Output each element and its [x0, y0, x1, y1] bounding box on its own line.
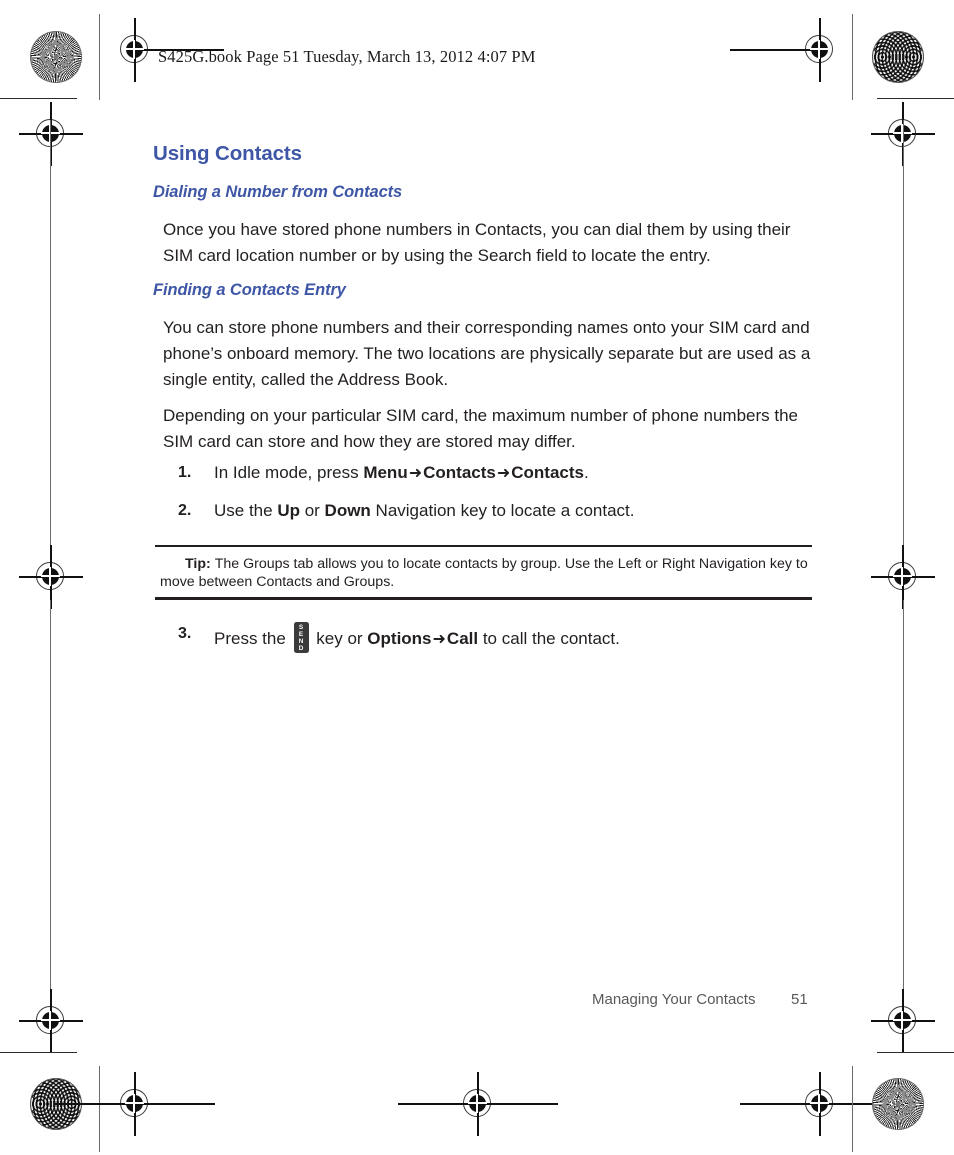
step-number: 3. — [178, 625, 192, 642]
send-key-letter: D — [298, 645, 304, 652]
section-heading: Using Contacts — [153, 142, 302, 165]
moire-target-top-right — [872, 31, 924, 83]
trim-line-vertical-top-right — [852, 14, 854, 100]
step-3-mid: key or — [311, 629, 368, 648]
starburst-density-target-top-left — [30, 31, 82, 83]
registration-mark-bottom-left — [55, 1072, 215, 1136]
step-2-bold-down: Down — [324, 501, 371, 520]
book-header-line: S425G.book Page 51 Tuesday, March 13, 20… — [158, 47, 536, 66]
paragraph-sim-capacity: Depending on your particular SIM card, t… — [163, 406, 798, 451]
tip-text: The Groups tab allows you to locate cont… — [160, 556, 808, 591]
step-3-bold-options: Options — [367, 629, 432, 648]
trim-line-vertical-bottom-left — [99, 1066, 101, 1152]
step-number: 1. — [178, 464, 192, 481]
send-key-letter: S — [298, 624, 304, 631]
send-key-letter: E — [298, 631, 304, 638]
tip-callout: Tip: The Groups tab allows you to locate… — [155, 545, 812, 600]
registration-mark-top-left — [113, 18, 224, 82]
trim-line-horizontal-left-lower — [0, 1052, 77, 1054]
send-key-icon: SEND — [293, 622, 309, 653]
registration-mark-right-upper — [871, 102, 935, 166]
trim-line-vertical-left — [50, 120, 52, 560]
moire-target-bottom-left — [30, 1078, 82, 1130]
tip-row: Tip: The Groups tab allows you to locate… — [155, 547, 812, 597]
trim-line-vertical-bottom-right — [852, 1066, 854, 1152]
step-1-bold-contacts-2: Contacts — [511, 463, 584, 482]
subsection-heading-dialing: Dialing a Number from Contacts — [153, 183, 403, 201]
tip-body: Tip: The Groups tab allows you to locate… — [155, 556, 808, 590]
registration-mark-bottom-center — [398, 1072, 558, 1136]
registration-mark-right-lower — [871, 989, 935, 1053]
registration-mark-bottom-right — [740, 1072, 900, 1136]
paragraph-dialing-intro: Once you have stored phone numbers in Co… — [163, 220, 791, 265]
step-2-mid: or — [299, 501, 325, 520]
step-1-bold-contacts-1: Contacts — [423, 463, 496, 482]
registration-mark-left-upper — [19, 102, 83, 166]
trim-line-horizontal-right-lower — [877, 1052, 954, 1054]
step-1-tail: . — [583, 463, 589, 482]
step-3-tail: to call the contact. — [478, 629, 620, 648]
step-item-2: 2. Use the Up or Down Navigation key to … — [178, 499, 818, 523]
step-2-tail: Navigation key to locate a contact. — [370, 501, 635, 520]
trim-line-horizontal-left-upper — [0, 98, 77, 100]
footer-page-number: 51 — [791, 991, 808, 1008]
trim-line-horizontal-right-upper — [877, 98, 954, 100]
registration-mark-top-right — [730, 18, 842, 82]
step-number: 2. — [178, 502, 192, 519]
subsection-heading-finding: Finding a Contacts Entry — [153, 281, 346, 299]
step-item-1: 1. In Idle mode, press Menu➜Contacts➜Con… — [178, 461, 818, 485]
registration-mark-right-middle — [871, 545, 935, 609]
tip-rule-bottom — [155, 597, 812, 600]
registration-mark-left-middle — [19, 545, 83, 609]
step-item-3: 3. Press the SEND key or Options➜Call to… — [178, 622, 818, 653]
step-2-bold-up: Up — [277, 501, 300, 520]
send-key-letter: N — [298, 638, 304, 645]
trim-line-vertical-right-lower — [903, 600, 905, 1040]
step-3-bold-call: Call — [446, 629, 479, 648]
step-text: Use the Up or Down Navigation key to loc… — [214, 499, 818, 523]
step-1-lead: In Idle mode, press — [214, 463, 364, 482]
step-2-lead: Use the — [214, 501, 278, 520]
step-3-lead: Press the — [214, 629, 291, 648]
paragraph-storage-locations: You can store phone numbers and their co… — [163, 318, 811, 389]
arrow-icon: ➜ — [496, 463, 511, 482]
trim-line-vertical-left-lower — [50, 600, 52, 1040]
starburst-density-target-bottom-right — [872, 1078, 924, 1130]
trim-line-vertical-top-left — [99, 14, 101, 100]
footer-chapter-title: Managing Your Contacts — [592, 991, 756, 1008]
registration-mark-left-lower — [19, 989, 83, 1053]
step-text: In Idle mode, press Menu➜Contacts➜Contac… — [214, 461, 818, 485]
arrow-icon: ➜ — [432, 629, 446, 648]
trim-line-vertical-right — [903, 120, 905, 560]
step-1-bold-menu: Menu — [363, 463, 408, 482]
step-text: Press the SEND key or Options➜Call to ca… — [214, 622, 818, 653]
tip-label: Tip: — [185, 556, 211, 573]
arrow-icon: ➜ — [408, 463, 423, 482]
